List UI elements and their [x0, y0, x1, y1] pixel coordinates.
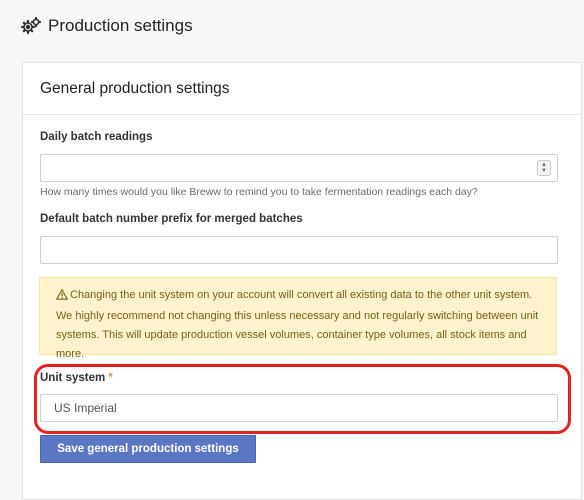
save-settings-button[interactable]: Save general production settings [40, 435, 256, 463]
page-header: Production settings [0, 0, 584, 52]
required-mark: * [108, 372, 113, 384]
daily-readings-input[interactable]: ▲ ▼ [40, 154, 558, 182]
stepper-down-icon[interactable]: ▼ [541, 168, 547, 174]
card-header: General production settings [23, 63, 581, 115]
gears-icon [20, 15, 42, 37]
batch-prefix-label: Default batch number prefix for merged b… [40, 213, 303, 225]
page: Production settings General production s… [0, 0, 584, 500]
number-stepper[interactable]: ▲ ▼ [537, 160, 551, 176]
card-title: General production settings [40, 79, 230, 97]
unit-system-value: US Imperial [54, 401, 117, 415]
unit-warning-alert: Changing the unit system on your account… [39, 277, 557, 360]
unit-system-label: Unit system * [40, 372, 113, 384]
daily-readings-help: How many times would you like Breww to r… [40, 186, 478, 198]
unit-system-select[interactable]: US Imperial [40, 394, 558, 422]
daily-readings-label: Daily batch readings [40, 131, 153, 143]
warning-icon [56, 288, 68, 307]
batch-prefix-input[interactable] [40, 236, 558, 264]
unit-system-label-text: Unit system [40, 372, 106, 384]
warning-text: Changing the unit system on your account… [56, 289, 539, 360]
page-title: Production settings [48, 16, 193, 35]
